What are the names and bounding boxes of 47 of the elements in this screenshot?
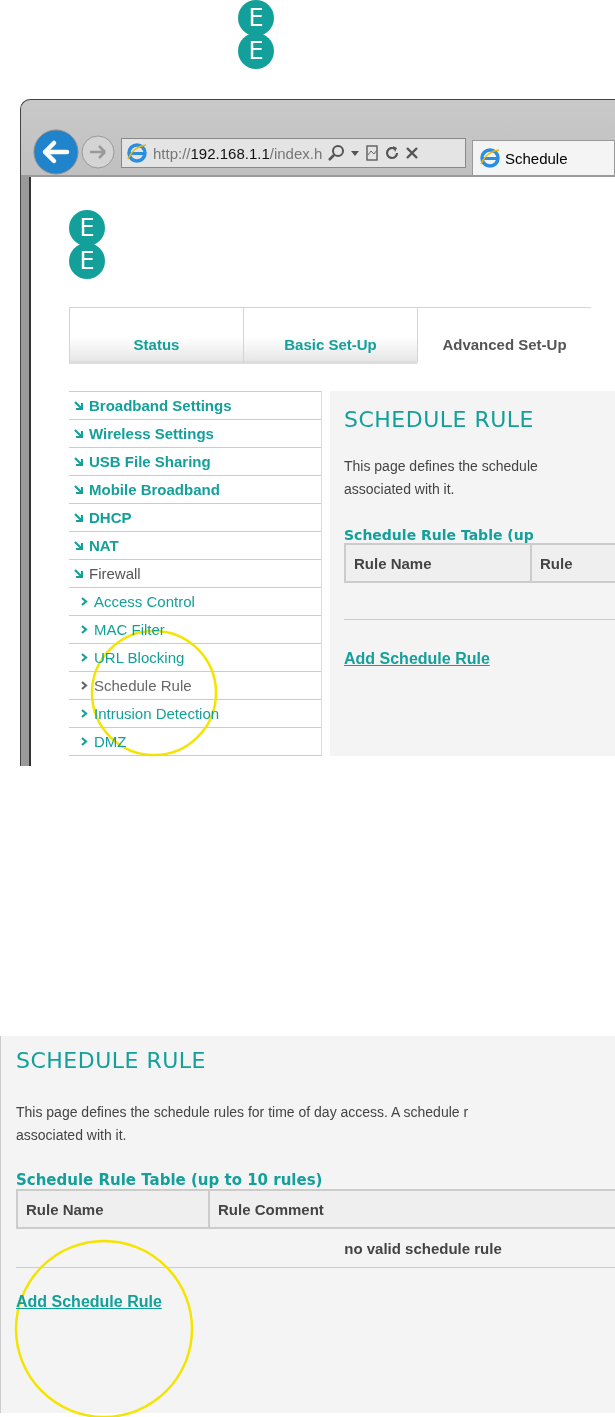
address-text: http://192.168.1.1/index.h (153, 144, 323, 162)
arrow-icon (74, 401, 83, 410)
sidebar-subitem[interactable]: Schedule Rule (69, 672, 321, 700)
address-bar[interactable]: http://192.168.1.1/index.h (121, 138, 466, 168)
sidebar-item[interactable]: Mobile Broadband (69, 476, 321, 504)
column-header: Rule Name (18, 1191, 210, 1227)
description-text: This page defines the schedule associated with it. (344, 457, 539, 499)
sidebar-subitem[interactable]: Access Control (69, 588, 321, 616)
search-icon[interactable] (327, 144, 346, 162)
sidebar-item[interactable]: NAT (69, 532, 321, 560)
chevron-icon (81, 653, 88, 662)
column-header: Rule Name (346, 545, 532, 581)
arrow-icon (74, 429, 83, 438)
tab-title: Schedule (505, 149, 568, 167)
ee-logo: E E (69, 210, 107, 276)
nav-tab[interactable]: Status (69, 307, 243, 364)
arrow-icon (74, 513, 83, 522)
table-title: Schedule Rule Table (up to 10 rules) (16, 1171, 324, 1189)
empty-message: no valid schedule rule (344, 1239, 502, 1257)
browser-tab[interactable]: Schedule (472, 140, 615, 175)
add-rule-link[interactable]: Add Schedule Rule (344, 650, 490, 668)
chevron-icon (81, 625, 88, 634)
sidebar-item[interactable]: Broadband Settings (69, 392, 321, 420)
nav-tab[interactable]: Advanced Set-Up (417, 307, 591, 364)
arrow-icon (74, 569, 83, 578)
browser-icon (126, 142, 148, 164)
arrow-icon (74, 485, 83, 494)
table-title: Schedule Rule Table (up (344, 527, 535, 543)
column-header: Rule (539, 553, 574, 574)
sidebar-item[interactable]: Firewall (69, 560, 321, 588)
column-header: Rule Comment (217, 1199, 325, 1220)
page-title: SCHEDULE RULE (16, 1048, 207, 1073)
arrow-icon (74, 457, 83, 466)
description-text: This page defines the schedule rules for time of day access. A schedule r associated with it. (16, 1103, 470, 1145)
chevron-icon (81, 681, 88, 690)
chevron-icon (81, 709, 88, 718)
ee-logo: E E (237, 0, 275, 66)
chevron-icon (81, 597, 88, 606)
sidebar-item[interactable]: Wireless Settings (69, 420, 321, 448)
nav-tab[interactable]: Basic Set-Up (243, 307, 417, 364)
sidebar-item[interactable]: USB File Sharing (69, 448, 321, 476)
refresh-icon[interactable] (384, 144, 401, 162)
chevron-icon (81, 737, 88, 746)
browser-icon (479, 147, 501, 169)
arrow-icon (74, 541, 83, 550)
sidebar-item[interactable]: DHCP (69, 504, 321, 532)
page-title: SCHEDULE RULE (344, 406, 535, 432)
